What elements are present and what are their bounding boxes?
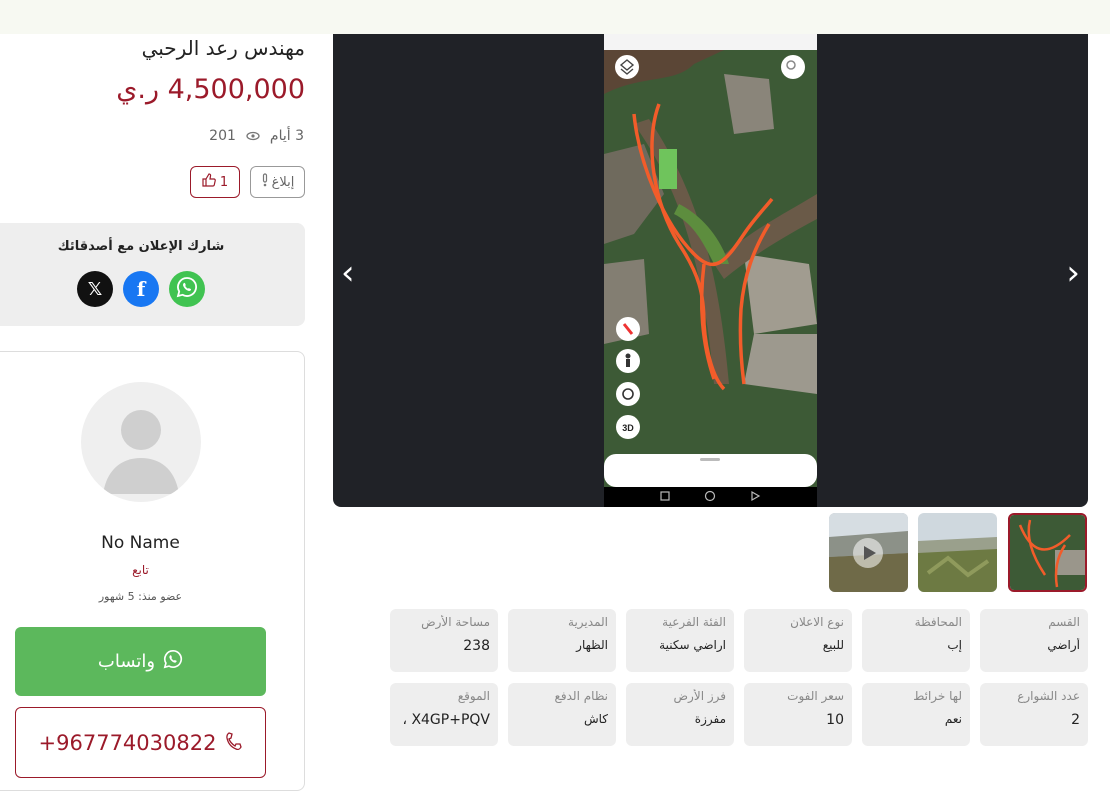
facebook-icon: f bbox=[136, 277, 146, 301]
view-count: 201 bbox=[209, 128, 236, 144]
spec-subcategory: الفئة الفرعية اراضي سكنية bbox=[626, 609, 734, 672]
whatsapp-contact-button[interactable]: واتساب bbox=[15, 627, 266, 696]
spec-value: اراضي سكنية bbox=[659, 638, 726, 652]
like-count: 1 bbox=[219, 174, 229, 190]
share-panel: شارك الإعلان مع أصدقائك 𝕏 f bbox=[0, 223, 305, 326]
spec-label: المحافظة bbox=[914, 615, 962, 629]
spec-land-sorting: فرز الأرض مفرزة bbox=[626, 683, 734, 746]
whatsapp-icon bbox=[163, 649, 183, 674]
spec-payment-system: نظام الدفع كاش bbox=[508, 683, 616, 746]
phone-number: +967774030822 bbox=[38, 730, 217, 755]
listing-meta: 3 أيام 201 bbox=[209, 128, 304, 144]
spec-district: المديرية الظهار bbox=[508, 609, 616, 672]
spec-category: القسم أراضي bbox=[980, 609, 1088, 672]
facebook-share-button[interactable]: f bbox=[123, 271, 159, 307]
like-button[interactable]: 1 bbox=[190, 166, 240, 198]
thumbs-up-icon bbox=[202, 173, 216, 191]
spec-value: مفرزة bbox=[694, 712, 726, 726]
gallery-next-button[interactable]: › bbox=[1066, 256, 1080, 290]
spec-label: سعر الفوت bbox=[787, 689, 844, 703]
listing-title: مهندس رعد الرحبي bbox=[141, 36, 305, 60]
whatsapp-share-button[interactable] bbox=[169, 271, 205, 307]
spec-foot-price: سعر الفوت 10 bbox=[744, 683, 852, 746]
spec-label: نوع الاعلان bbox=[790, 615, 844, 629]
report-button[interactable]: إبلاغ bbox=[250, 166, 305, 198]
spec-label: فرز الأرض bbox=[673, 689, 726, 703]
spec-ad-type: نوع الاعلان للبيع bbox=[744, 609, 852, 672]
top-bar bbox=[0, 0, 1110, 34]
gallery-prev-button[interactable]: ‹ bbox=[341, 256, 355, 290]
spec-label: القسم bbox=[1048, 615, 1080, 629]
spec-land-area: مساحة الأرض 238 bbox=[390, 609, 498, 672]
gallery-thumbnail[interactable] bbox=[829, 513, 908, 592]
spec-street-count: عدد الشوارع 2 bbox=[980, 683, 1088, 746]
x-share-button[interactable]: 𝕏 bbox=[77, 271, 113, 307]
phone-icon bbox=[226, 731, 243, 755]
spec-value: للبيع bbox=[822, 638, 844, 652]
member-since: عضو منذ: 5 شهور bbox=[98, 590, 183, 603]
spec-location[interactable]: الموقع X4GP+PQV ، bbox=[390, 683, 498, 746]
gallery-thumbnail[interactable] bbox=[918, 513, 997, 592]
x-icon: 𝕏 bbox=[87, 278, 103, 300]
seller-role: تابع bbox=[132, 563, 149, 577]
whatsapp-icon bbox=[176, 276, 198, 302]
spec-value: 10 bbox=[826, 712, 844, 728]
listing-age: 3 أيام bbox=[269, 128, 304, 144]
eye-icon bbox=[246, 129, 260, 143]
main-listing-image: 3D bbox=[604, 34, 817, 507]
spec-governorate: المحافظة إب bbox=[862, 609, 970, 672]
gallery-thumbnail-active[interactable] bbox=[1008, 513, 1087, 592]
seller-name: No Name bbox=[101, 533, 180, 553]
share-title: شارك الإعلان مع أصدقائك bbox=[57, 239, 225, 254]
report-label: إبلاغ bbox=[271, 174, 295, 190]
spec-value: كاش bbox=[583, 712, 608, 726]
spec-label: مساحة الأرض bbox=[421, 615, 490, 629]
spec-label: لها خرائط bbox=[913, 689, 962, 703]
spec-value: 238 bbox=[463, 638, 490, 654]
spec-has-maps: لها خرائط نعم bbox=[862, 683, 970, 746]
phone-contact-button[interactable]: +967774030822 bbox=[15, 707, 266, 778]
spec-value: X4GP+PQV ، bbox=[402, 712, 490, 728]
spec-value: نعم bbox=[944, 712, 962, 726]
phone-3d-label: 3D bbox=[622, 423, 634, 433]
image-gallery[interactable]: ‹ › 3D bbox=[333, 34, 1088, 507]
listing-price: 4,500,000 ر.ي bbox=[116, 74, 305, 105]
spec-label: نظام الدفع bbox=[554, 689, 609, 703]
spec-label: المديرية bbox=[568, 615, 608, 629]
whatsapp-label: واتساب bbox=[97, 651, 156, 672]
spec-value: الظهار bbox=[576, 638, 608, 652]
spec-value: إب bbox=[947, 638, 962, 652]
spec-value: أراضي bbox=[1047, 638, 1080, 652]
spec-label: الفئة الفرعية bbox=[662, 615, 726, 629]
alert-icon bbox=[261, 173, 269, 191]
spec-value: 2 bbox=[1071, 712, 1080, 728]
avatar bbox=[81, 382, 201, 502]
spec-label: عدد الشوارع bbox=[1017, 689, 1080, 703]
spec-label: الموقع bbox=[457, 689, 490, 703]
